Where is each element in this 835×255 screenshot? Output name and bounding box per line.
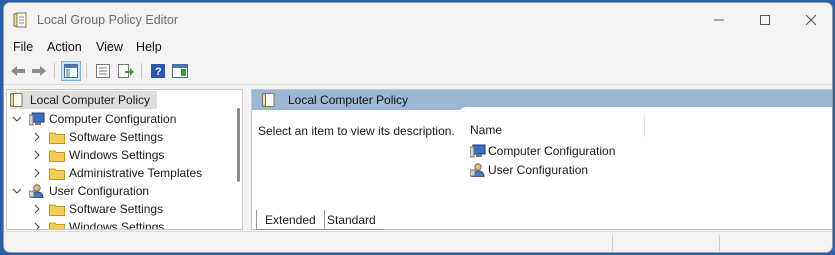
- back-button[interactable]: [8, 61, 28, 81]
- folder-icon: [49, 202, 65, 216]
- details-header-curve: [457, 107, 832, 117]
- tree-item-user-windows-settings[interactable]: Windows Settings: [31, 218, 165, 230]
- folder-icon: [49, 148, 65, 162]
- toolbar-separator: [54, 63, 55, 79]
- console-tree: Local Computer Policy Computer Configura…: [6, 89, 243, 230]
- user-icon: [29, 184, 45, 198]
- toolbar-separator: [141, 63, 142, 79]
- maximize-icon: [760, 14, 770, 25]
- list-item-label: Computer Configuration: [488, 144, 616, 158]
- chevron-down-icon[interactable]: [11, 185, 23, 197]
- tree-item-computer-configuration[interactable]: Computer Configuration: [11, 110, 176, 128]
- window-title: Local Group Policy Editor: [37, 13, 179, 27]
- tree-item-administrative-templates[interactable]: Administrative Templates: [31, 164, 202, 182]
- close-icon: [806, 14, 816, 25]
- tree-item-user-software-settings[interactable]: Software Settings: [31, 200, 163, 218]
- help-button[interactable]: ?: [148, 61, 168, 81]
- tree-item-label: Windows Settings: [69, 220, 165, 230]
- show-action-pane-icon: [172, 64, 188, 78]
- tree-item-local-computer-policy[interactable]: Local Computer Policy: [10, 91, 157, 109]
- show-action-pane-button[interactable]: [170, 61, 190, 81]
- computer-icon: [29, 112, 45, 126]
- chevron-right-icon[interactable]: [31, 203, 43, 215]
- menu-help[interactable]: Help: [136, 40, 162, 54]
- tree-item-label: Administrative Templates: [69, 166, 203, 180]
- toolbar: ?: [4, 59, 832, 85]
- folder-icon: [49, 166, 65, 180]
- help-icon: ?: [151, 64, 165, 78]
- properties-icon: [96, 64, 110, 78]
- details-pane: Local Computer Policy Select an item to …: [251, 89, 832, 230]
- chevron-right-icon[interactable]: [31, 167, 43, 179]
- list-item-computer-configuration[interactable]: Computer Configuration: [470, 142, 615, 160]
- properties-button[interactable]: [93, 61, 113, 81]
- status-separator: [719, 235, 720, 251]
- maximize-button[interactable]: [742, 3, 788, 36]
- export-list-button[interactable]: [116, 61, 136, 81]
- tree-item-label: Windows Settings: [69, 148, 165, 162]
- minimize-button[interactable]: [696, 3, 742, 36]
- tab-extended[interactable]: Extended: [256, 210, 325, 230]
- status-separator: [612, 235, 613, 251]
- svg-text:?: ?: [155, 66, 162, 78]
- tree-item-label: User Configuration: [49, 184, 150, 198]
- user-icon: [470, 163, 486, 177]
- status-bar: [4, 231, 832, 252]
- tree-item-software-settings[interactable]: Software Settings: [31, 128, 163, 146]
- menu-action[interactable]: Action: [47, 40, 82, 54]
- forward-icon: [32, 66, 46, 76]
- details-header-title: Local Computer Policy: [288, 93, 409, 107]
- chevron-right-icon[interactable]: [31, 221, 43, 229]
- tree-item-label: Computer Configuration: [49, 112, 177, 126]
- list-item-label: User Configuration: [488, 163, 589, 177]
- chevron-right-icon[interactable]: [31, 149, 43, 161]
- back-icon: [11, 66, 25, 76]
- computer-icon: [470, 144, 486, 158]
- forward-button[interactable]: [29, 61, 49, 81]
- tab-standard[interactable]: Standard: [319, 210, 384, 230]
- column-divider[interactable]: [644, 115, 645, 137]
- tree-scrollbar[interactable]: [237, 108, 240, 182]
- chevron-down-icon[interactable]: [11, 113, 23, 125]
- export-list-icon: [118, 64, 134, 78]
- show-hide-tree-icon: [64, 64, 78, 78]
- menu-file[interactable]: File: [13, 40, 33, 54]
- show-hide-tree-button[interactable]: [61, 61, 81, 81]
- policy-document-icon: [10, 93, 26, 107]
- policy-editor-app-icon: [13, 12, 29, 28]
- title-bar[interactable]: Local Group Policy Editor: [4, 3, 832, 36]
- minimize-icon: [714, 19, 724, 20]
- policy-document-icon: [262, 93, 276, 110]
- list-item-user-configuration[interactable]: User Configuration: [470, 161, 588, 179]
- app-window: Local Group Policy Editor File Action Vi…: [3, 2, 833, 253]
- toolbar-separator: [86, 63, 87, 79]
- menu-bar: File Action View Help: [4, 37, 832, 57]
- folder-icon: [49, 130, 65, 144]
- tree-item-label: Software Settings: [69, 202, 164, 216]
- description-prompt: Select an item to view its description.: [258, 124, 455, 138]
- tree-item-user-configuration[interactable]: User Configuration: [11, 182, 149, 200]
- tree-item-label: Software Settings: [69, 130, 164, 144]
- chevron-right-icon[interactable]: [31, 131, 43, 143]
- tree-item-windows-settings[interactable]: Windows Settings: [31, 146, 164, 164]
- menu-view[interactable]: View: [96, 40, 123, 54]
- folder-icon: [49, 220, 65, 229]
- column-header-name[interactable]: Name: [470, 123, 502, 137]
- tree-item-label: Local Computer Policy: [30, 93, 151, 107]
- close-button[interactable]: [788, 3, 832, 36]
